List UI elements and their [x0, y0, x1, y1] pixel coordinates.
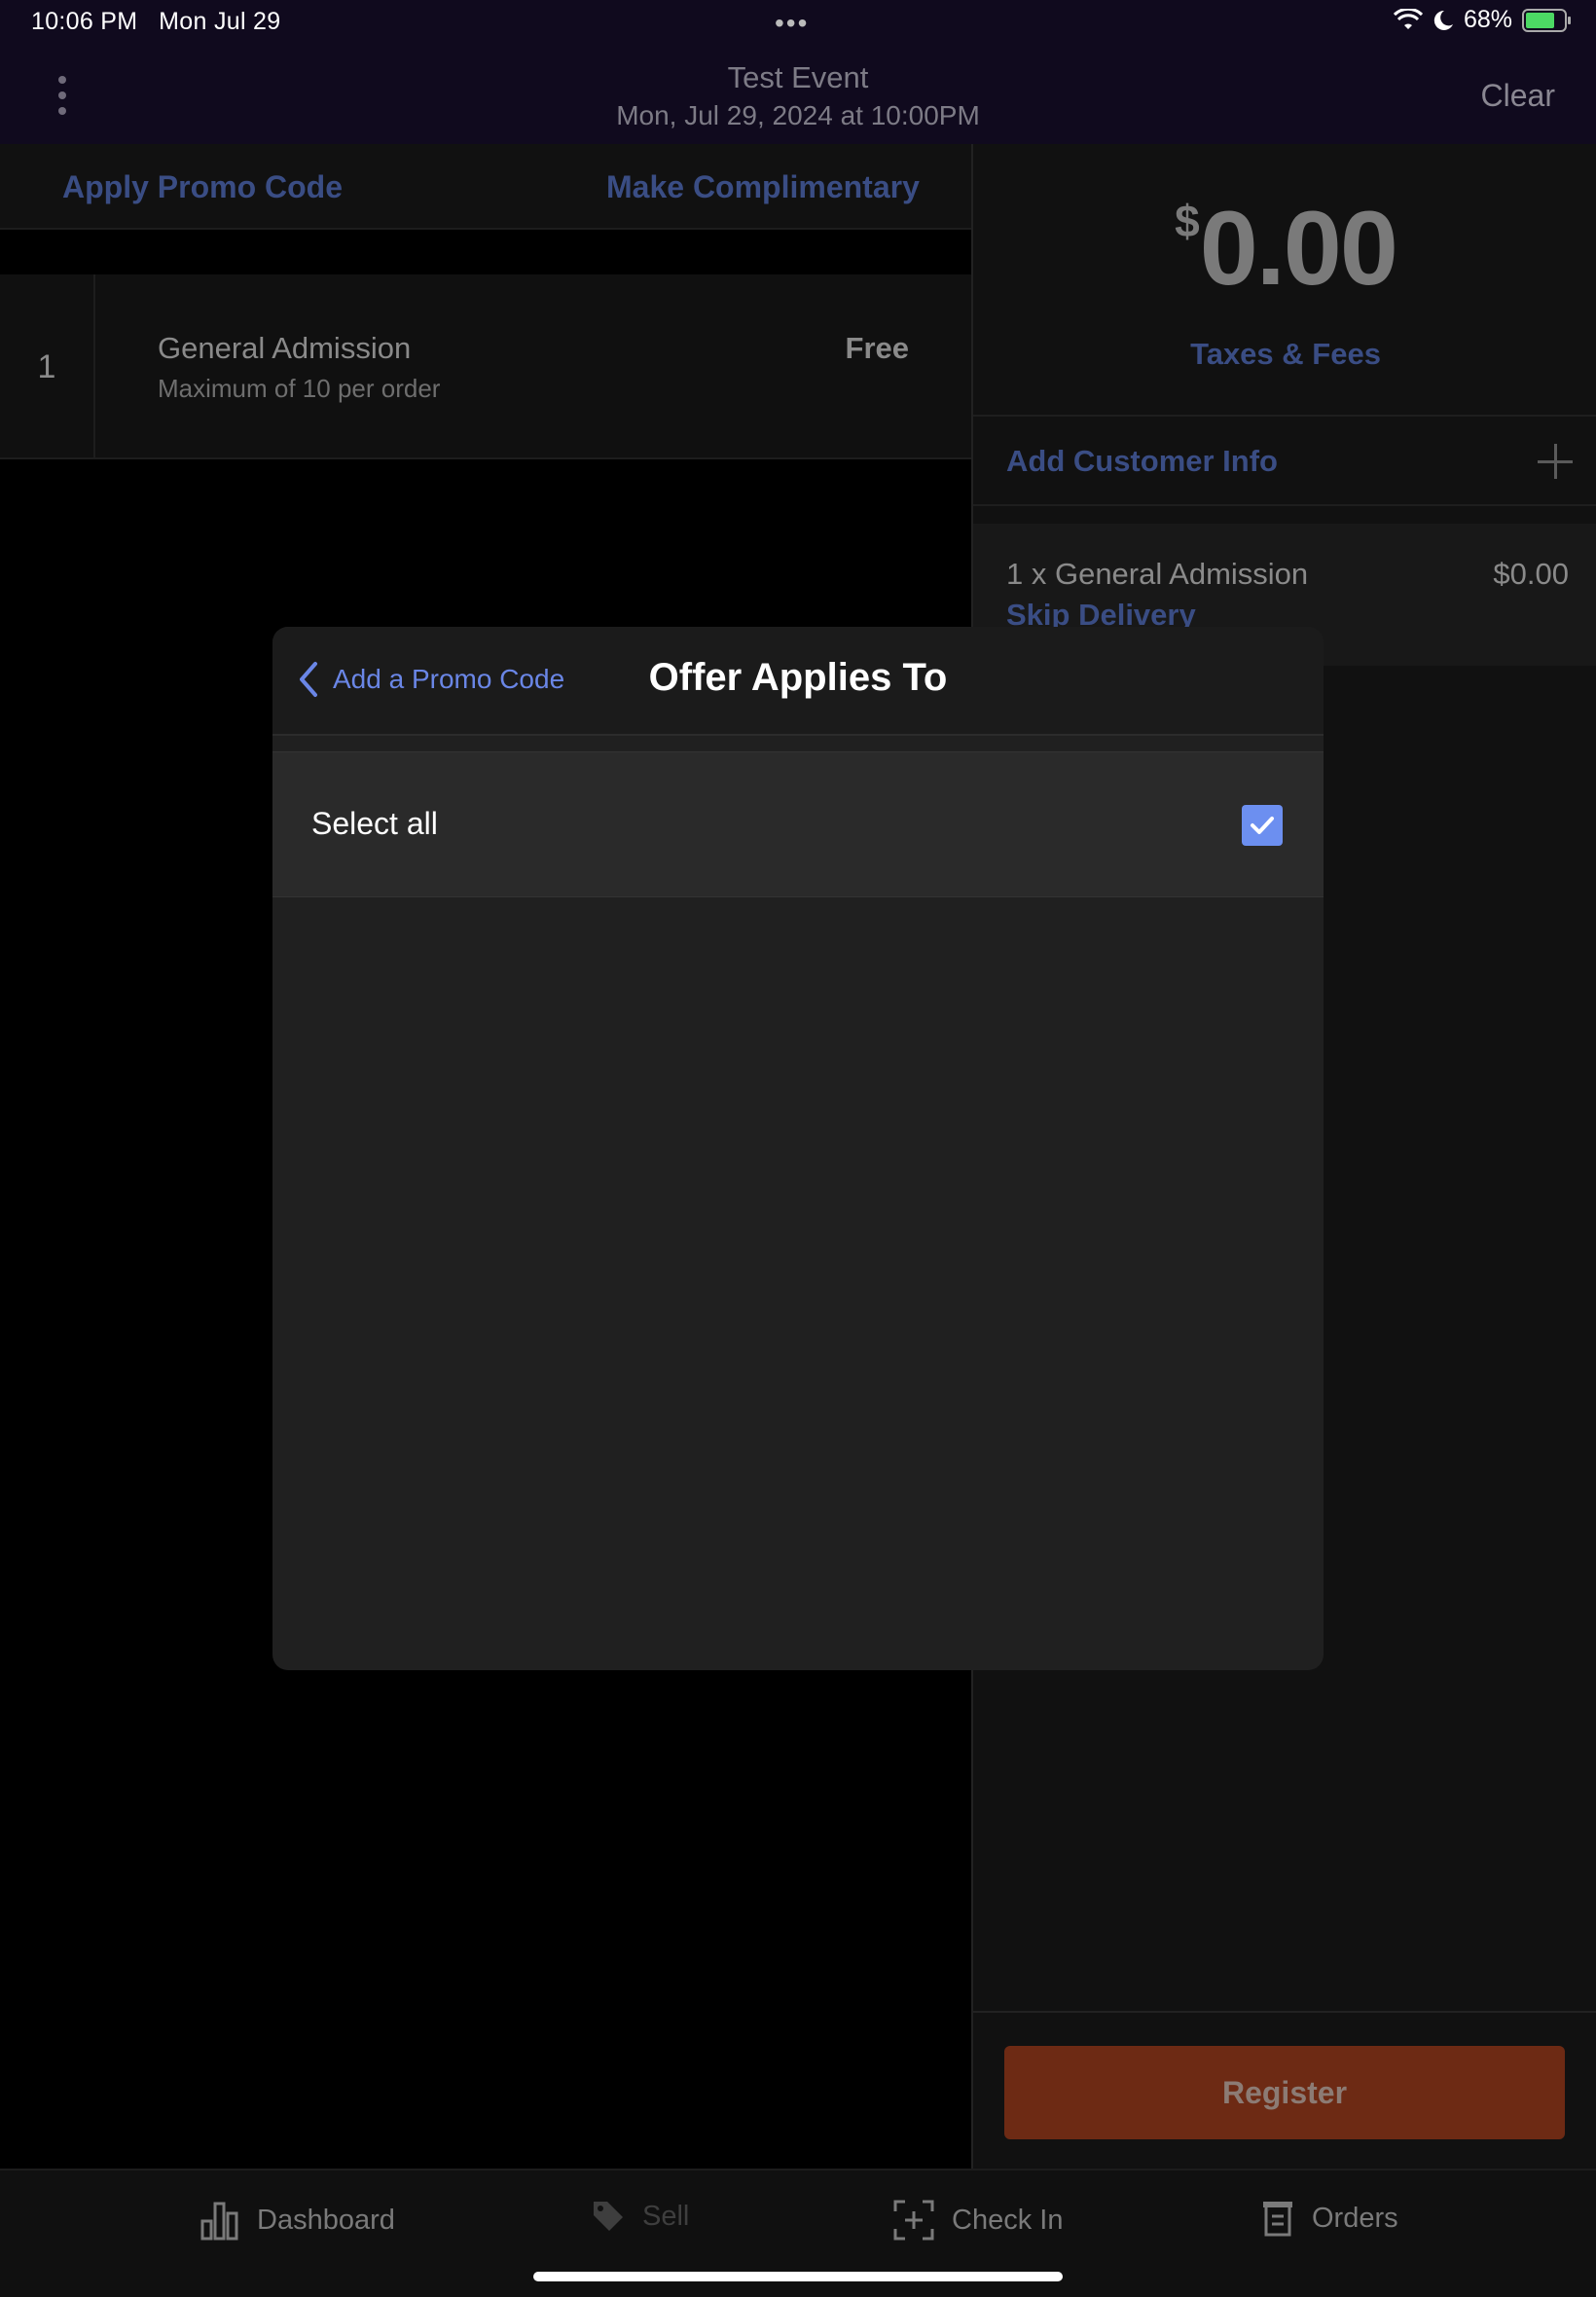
- select-all-row[interactable]: Select all: [272, 751, 1324, 897]
- ticket-row[interactable]: 1 General Admission Maximum of 10 per or…: [0, 274, 971, 459]
- currency-symbol: $: [1175, 196, 1200, 246]
- order-total: $0.00: [973, 187, 1596, 309]
- add-customer-info-row[interactable]: Add Customer Info: [973, 415, 1596, 506]
- status-date: Mon Jul 29: [159, 8, 281, 35]
- register-area: Register: [973, 2011, 1596, 2169]
- apply-promo-code-link[interactable]: Apply Promo Code: [62, 169, 343, 205]
- scan-icon: [893, 2200, 934, 2241]
- cart-item-name: 1 x General Admission: [1006, 557, 1309, 591]
- ticket-price: Free: [845, 331, 909, 365]
- multitask-dots-icon[interactable]: •••: [775, 8, 809, 39]
- make-complimentary-link[interactable]: Make Complimentary: [606, 169, 920, 205]
- status-clock: 10:06 PM: [31, 8, 138, 35]
- status-indicators: 68%: [1393, 6, 1571, 34]
- select-all-checkbox[interactable]: [1242, 805, 1283, 846]
- battery-percent: 68%: [1463, 6, 1512, 33]
- wifi-icon: [1393, 8, 1423, 29]
- tab-check-in-label: Check In: [952, 2204, 1064, 2236]
- home-indicator[interactable]: [533, 2272, 1063, 2281]
- tab-sell-label: Sell: [642, 2200, 690, 2232]
- ticket-limit: Maximum of 10 per order: [158, 374, 441, 403]
- bar-chart-icon: [200, 2202, 238, 2241]
- cart-item-price: $0.00: [1493, 557, 1569, 591]
- tag-icon: [594, 2202, 623, 2231]
- order-actions-bar: Apply Promo Code Make Complimentary: [0, 144, 971, 230]
- modal-title: Offer Applies To: [648, 656, 948, 699]
- tab-orders-label: Orders: [1312, 2202, 1398, 2234]
- event-title: Test Event: [727, 60, 869, 94]
- ticket-name: General Admission: [158, 331, 412, 365]
- ticket-quantity[interactable]: 1: [0, 274, 95, 459]
- tab-sell[interactable]: Sell: [592, 2200, 689, 2233]
- modal-header: Add a Promo Code Offer Applies To: [272, 627, 1324, 736]
- receipt-icon: [1263, 2202, 1292, 2237]
- tab-dashboard-label: Dashboard: [257, 2204, 395, 2236]
- taxes-fees-link[interactable]: Taxes & Fees: [973, 337, 1596, 372]
- event-date: Mon, Jul 29, 2024 at 10:00PM: [616, 100, 980, 130]
- offer-applies-to-modal: Add a Promo Code Offer Applies To Select…: [272, 627, 1324, 1670]
- tab-orders[interactable]: Orders: [1261, 2200, 1398, 2237]
- plus-icon[interactable]: [1538, 444, 1573, 479]
- status-time: 10:06 PM Mon Jul 29: [31, 8, 280, 36]
- select-all-label: Select all: [311, 806, 438, 841]
- clear-button[interactable]: Clear: [1481, 78, 1555, 114]
- checkmark-icon: [1251, 817, 1274, 834]
- add-customer-info-label[interactable]: Add Customer Info: [1006, 444, 1278, 479]
- moon-icon: [1433, 10, 1453, 30]
- tab-check-in[interactable]: Check In: [893, 2200, 1063, 2241]
- top-bar: 10:06 PM Mon Jul 29 ••• 68% Test Event M…: [0, 0, 1596, 144]
- battery-icon: [1522, 8, 1571, 32]
- register-button[interactable]: Register: [1004, 2046, 1565, 2139]
- total-amount: 0.00: [1199, 189, 1398, 307]
- tab-dashboard[interactable]: Dashboard: [200, 2200, 395, 2241]
